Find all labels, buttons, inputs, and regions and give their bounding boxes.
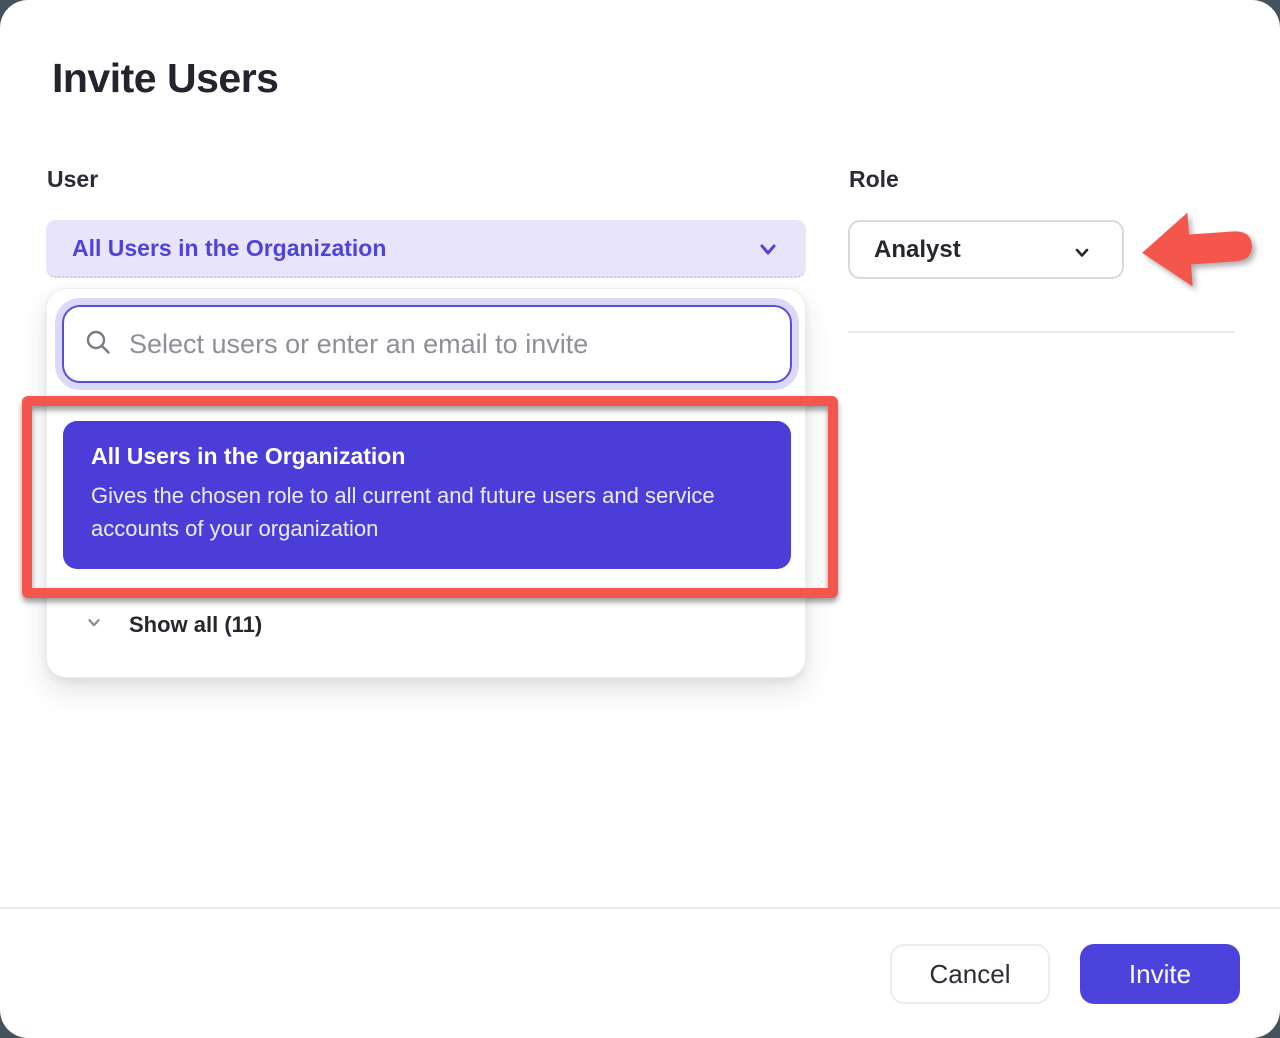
invite-button[interactable]: Invite — [1080, 944, 1240, 1004]
show-all-toggle[interactable]: Show all (11) — [83, 611, 262, 638]
chevron-down-icon — [756, 237, 780, 266]
user-select-value: All Users in the Organization — [72, 235, 386, 262]
option-description: Gives the chosen role to all current and… — [91, 479, 763, 545]
option-all-users-in-organization[interactable]: All Users in the Organization Gives the … — [63, 421, 791, 569]
show-all-label: Show all (11) — [129, 612, 262, 638]
user-search-input[interactable] — [129, 329, 770, 360]
chevron-down-icon — [1070, 240, 1094, 269]
role-select-value: Analyst — [874, 236, 961, 264]
role-section-divider — [848, 331, 1234, 333]
invite-users-modal: Invite Users User Role All Users in the … — [0, 0, 1280, 1038]
page-title: Invite Users — [52, 55, 278, 102]
user-dropdown-panel: All Users in the Organization Gives the … — [46, 288, 806, 678]
user-select[interactable]: All Users in the Organization — [46, 220, 806, 278]
cancel-button[interactable]: Cancel — [890, 944, 1050, 1004]
footer-divider — [0, 907, 1280, 909]
option-title: All Users in the Organization — [91, 443, 763, 470]
role-select[interactable]: Analyst — [848, 220, 1124, 279]
search-icon — [84, 328, 112, 361]
role-field-label: Role — [849, 166, 899, 193]
chevron-down-icon — [83, 611, 105, 638]
user-field-label: User — [47, 166, 98, 193]
red-arrow-icon — [1135, 200, 1259, 298]
user-search-box[interactable] — [62, 305, 792, 383]
